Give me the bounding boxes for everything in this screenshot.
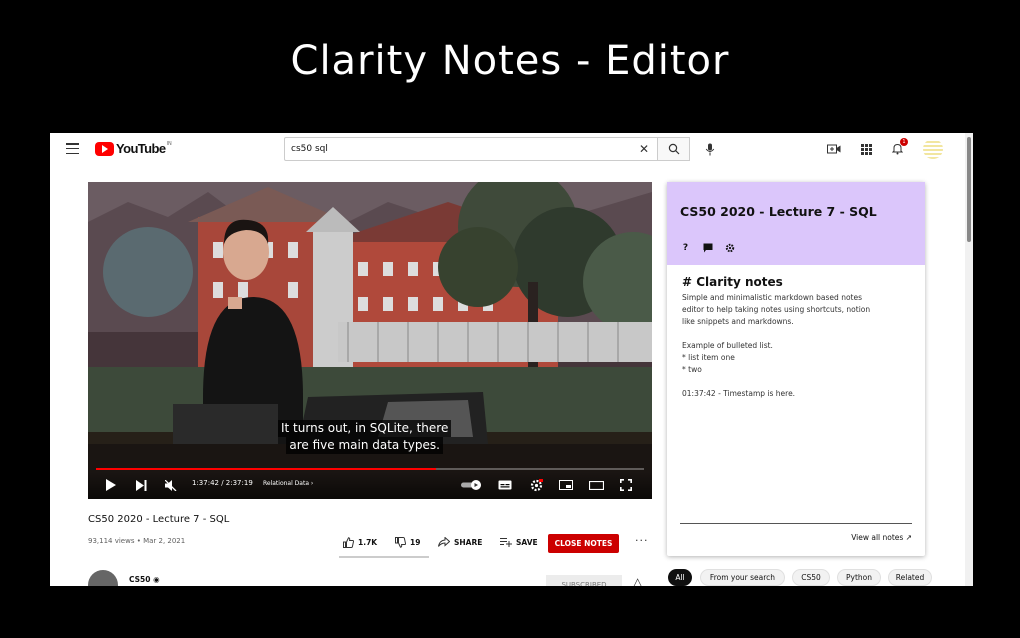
chip-cs50[interactable]: CS50 xyxy=(792,569,830,586)
progress-bar[interactable] xyxy=(96,468,644,470)
share-button[interactable]: SHARE xyxy=(438,537,482,547)
theater-mode-icon xyxy=(588,480,604,490)
youtube-header: YouTube IN cs50 sql ✕ 1 xyxy=(50,133,965,165)
youtube-play-icon xyxy=(95,141,114,156)
notes-list-item: * two xyxy=(682,365,702,374)
miniplayer-button[interactable] xyxy=(558,478,574,492)
thumbs-down-icon xyxy=(395,537,406,548)
next-icon xyxy=(135,479,146,491)
dislike-button[interactable]: 19 xyxy=(395,537,420,548)
chip-python[interactable]: Python xyxy=(837,569,881,586)
settings-button[interactable] xyxy=(528,478,544,492)
account-avatar[interactable] xyxy=(923,139,943,159)
fullscreen-button[interactable] xyxy=(618,478,634,492)
youtube-logo[interactable]: YouTube IN xyxy=(95,141,172,156)
banner: Clarity Notes - Editor xyxy=(0,0,1020,133)
notes-paragraph-line: Simple and minimalistic markdown based n… xyxy=(682,293,862,302)
video-meta: 93,114 views • Mar 2, 2021 xyxy=(88,537,186,545)
channel-name-text: CS50 xyxy=(129,575,151,584)
browser-window: YouTube IN cs50 sql ✕ 1 It turns out, in… xyxy=(50,133,973,586)
subtitles-icon xyxy=(498,480,512,490)
notes-divider xyxy=(680,523,912,524)
share-label: SHARE xyxy=(454,537,483,547)
channel-bell-icon[interactable]: △ xyxy=(633,575,642,586)
apps-button[interactable] xyxy=(858,141,874,157)
logo-text: YouTube xyxy=(116,141,166,156)
like-count: 1.7K xyxy=(358,538,378,547)
chip-all[interactable]: All xyxy=(668,569,692,586)
next-button[interactable] xyxy=(133,478,149,492)
progress-fill xyxy=(96,468,436,470)
search-input[interactable]: cs50 sql ✕ xyxy=(284,137,658,161)
subscribe-button[interactable]: SUBSCRIBED xyxy=(546,575,622,586)
notes-paragraph-line: like snippets and markdowns. xyxy=(682,317,794,326)
save-button[interactable]: SAVE xyxy=(500,537,538,547)
verified-icon: ◉ xyxy=(153,575,160,584)
volume-muted-icon xyxy=(165,479,177,491)
video-title: CS50 2020 - Lecture 7 - SQL xyxy=(88,514,230,525)
banner-title: Clarity Notes - Editor xyxy=(290,37,730,84)
close-notes-button[interactable]: CLOSE NOTES xyxy=(548,534,619,553)
video-caption: It turns out, in SQLite, there are five … xyxy=(278,420,452,454)
player-controls: 1:37:42 / 2:37:19 Relational Data › xyxy=(88,472,652,499)
notification-badge: 1 xyxy=(900,138,908,146)
settings-icon[interactable] xyxy=(724,242,735,253)
help-icon[interactable]: ? xyxy=(680,242,691,253)
page-scrollbar[interactable] xyxy=(965,133,973,586)
subtitles-button[interactable] xyxy=(497,478,513,492)
play-button[interactable] xyxy=(102,478,118,492)
autoplay-toggle[interactable] xyxy=(461,478,483,492)
thumbs-up-icon xyxy=(343,537,354,548)
chip-related[interactable]: Related xyxy=(888,569,932,586)
like-ratio-bar xyxy=(339,556,429,558)
clear-icon[interactable]: ✕ xyxy=(639,142,649,156)
view-all-notes-link[interactable]: View all notes ↗ xyxy=(851,533,912,542)
more-actions-icon[interactable]: ··· xyxy=(635,534,649,547)
mute-button[interactable] xyxy=(163,478,179,492)
comment-icon[interactable] xyxy=(702,242,713,253)
mic-button[interactable] xyxy=(702,141,718,157)
menu-icon[interactable] xyxy=(66,143,79,154)
time-display: 1:37:42 / 2:37:19 xyxy=(192,479,253,487)
video-player[interactable]: It turns out, in SQLite, there are five … xyxy=(88,182,652,499)
dislike-count: 19 xyxy=(410,538,421,547)
chip-from-your-search[interactable]: From your search xyxy=(700,569,785,586)
notes-list-intro: Example of bulleted list. xyxy=(682,341,773,350)
notes-header: CS50 2020 - Lecture 7 - SQL ? xyxy=(667,182,925,265)
scrollbar-thumb[interactable] xyxy=(967,137,971,242)
notes-title: CS50 2020 - Lecture 7 - SQL xyxy=(680,204,877,219)
theater-mode-button[interactable] xyxy=(588,478,604,492)
notes-heading: # Clarity notes xyxy=(682,275,783,289)
chapter-label: Relational Data xyxy=(263,480,310,487)
search-button[interactable] xyxy=(657,137,690,161)
play-icon xyxy=(105,479,116,491)
apps-grid-icon xyxy=(860,143,872,155)
search-icon xyxy=(668,143,679,155)
notes-list-item: * list item one xyxy=(682,353,735,362)
create-video-icon xyxy=(827,144,841,154)
notes-paragraph-line: editor to help taking notes using shortc… xyxy=(682,305,871,314)
mic-icon xyxy=(705,143,715,155)
like-button[interactable]: 1.7K xyxy=(343,537,377,548)
chapter-button[interactable]: Relational Data › xyxy=(263,480,313,487)
create-button[interactable] xyxy=(826,141,842,157)
caption-line-2: are five main data types. xyxy=(286,437,443,454)
gear-icon xyxy=(530,478,543,491)
notes-timestamp-line[interactable]: 01:37:42 - Timestamp is here. xyxy=(682,388,912,400)
channel-avatar[interactable] xyxy=(88,570,118,586)
save-label: SAVE xyxy=(516,537,538,547)
share-icon xyxy=(438,537,450,547)
clarity-notes-panel: CS50 2020 - Lecture 7 - SQL ? # Clarity … xyxy=(667,182,925,556)
autoplay-toggle-icon xyxy=(461,480,481,490)
search-value: cs50 sql xyxy=(291,144,328,154)
miniplayer-icon xyxy=(559,480,573,490)
fullscreen-icon xyxy=(620,479,632,491)
save-playlist-icon xyxy=(500,538,512,547)
logo-region: IN xyxy=(166,141,172,147)
notes-editor[interactable]: # Clarity notes Simple and minimalistic … xyxy=(682,275,912,400)
notifications-button[interactable]: 1 xyxy=(889,138,908,157)
caption-line-1: It turns out, in SQLite, there xyxy=(278,420,452,437)
channel-name[interactable]: CS50 ◉ xyxy=(129,575,160,584)
